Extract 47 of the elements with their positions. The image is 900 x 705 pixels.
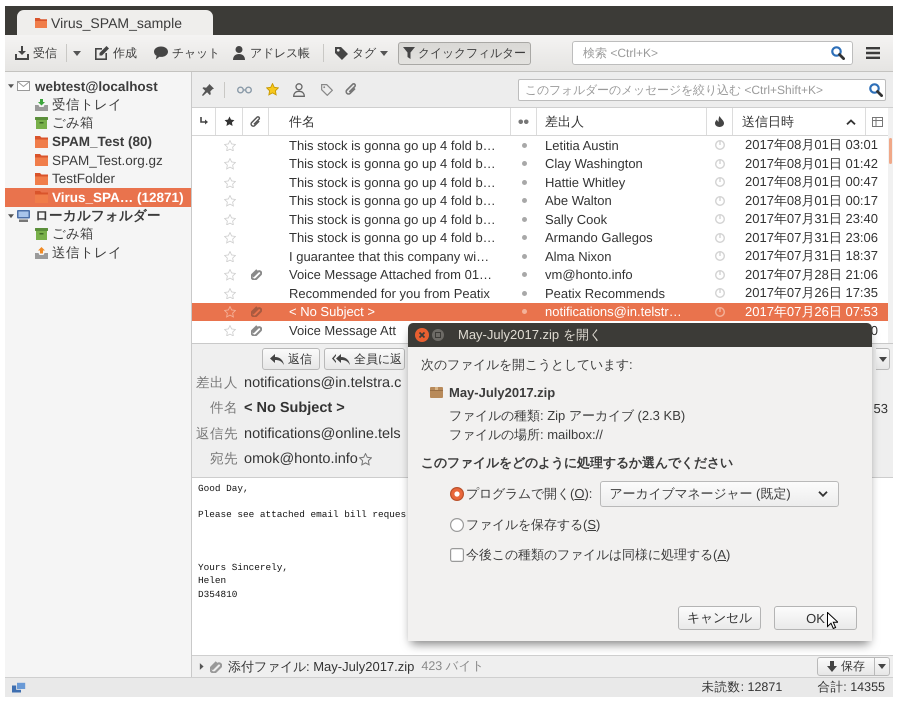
sender-text: Abe Walton [545, 193, 612, 208]
date-text: 2017年07月26日 17:35 [745, 284, 878, 302]
date-text: 53 [874, 400, 889, 416]
field-label: 件名 [209, 399, 238, 418]
date-text: 2017年08月01日 00:47 [745, 173, 878, 192]
date-text: 2017年07月31日 23:06 [745, 228, 878, 247]
dialog-title: May-July2017.zip を開く [458, 326, 602, 344]
date-text: 2017年08月01日 03:01 [745, 136, 878, 154]
subject-text: This stock is gonna go up 4 fold b… [289, 212, 496, 227]
message-text: Good Day, Please see attached email bill reques Yours Sincerely, Helen D354810 [198, 482, 406, 601]
subject-text: This stock is gonna go up 4 fold b… [289, 230, 496, 246]
field-label: 返信先 [195, 424, 238, 443]
subject-text: < No Subject > [289, 304, 375, 320]
field-label: 宛先 [209, 450, 238, 468]
file-name: May-July2017.zip [449, 384, 556, 400]
dialog-text: 次のファイルを開こうとしています: [421, 357, 633, 373]
date-text: 2017年07月31日 23:40 [745, 210, 878, 228]
dialog-question: このファイルをどのように処理するか選んでください [421, 455, 733, 471]
sender-text: Sally Cook [545, 212, 608, 227]
subject-text: Voice Message Att [289, 322, 396, 338]
subject-value: < No Subject > [244, 400, 345, 416]
sender-text: Hattie Whitley [545, 174, 626, 190]
date-text: 2017年07月26日 07:53 [745, 302, 878, 321]
date-text: 2017年07月31日 18:37 [745, 247, 878, 266]
subject-text: This stock is gonna go up 4 fold b… [289, 174, 496, 190]
sender-text: notifications@in.telstr… [545, 304, 682, 320]
total-count: 合計: 14355 [817, 679, 885, 696]
date-text: 2017年08月01日 00:17 [745, 192, 878, 210]
subject-text: I guarantee that this company wi… [289, 248, 490, 264]
subject-text: This stock is gonna go up 4 fold b… [289, 193, 496, 208]
unread-count: 未読数: 12871 [702, 679, 782, 696]
date-text: 2017年08月01日 01:42 [745, 154, 878, 173]
subject-text: This stock is gonna go up 4 fold b… [289, 156, 496, 172]
sender-text: Peatix Recommends [545, 286, 665, 301]
subject-text: Voice Message Attached from 01… [289, 267, 492, 282]
sender-text: Letitia Austin [545, 138, 619, 153]
attachment-size: 423 バイト [421, 658, 485, 675]
subject-text: Recommended for you from Peatix [289, 286, 490, 301]
subject-text: This stock is gonna go up 4 fold b… [289, 138, 496, 153]
sender-text: Clay Washington [545, 156, 643, 172]
date-text: 2017年07月28日 21:06 [745, 266, 878, 284]
sender-text: Armando Gallegos [545, 230, 653, 246]
sender-text: vm@honto.info [545, 267, 633, 282]
sender-text: Alma Nixon [545, 248, 612, 264]
file-type: ファイルの種類: Zip アーカイブ (2.3 KB) [449, 408, 686, 424]
field-label: 差出人 [195, 374, 238, 392]
file-location: ファイルの場所: mailbox:// [449, 427, 603, 443]
